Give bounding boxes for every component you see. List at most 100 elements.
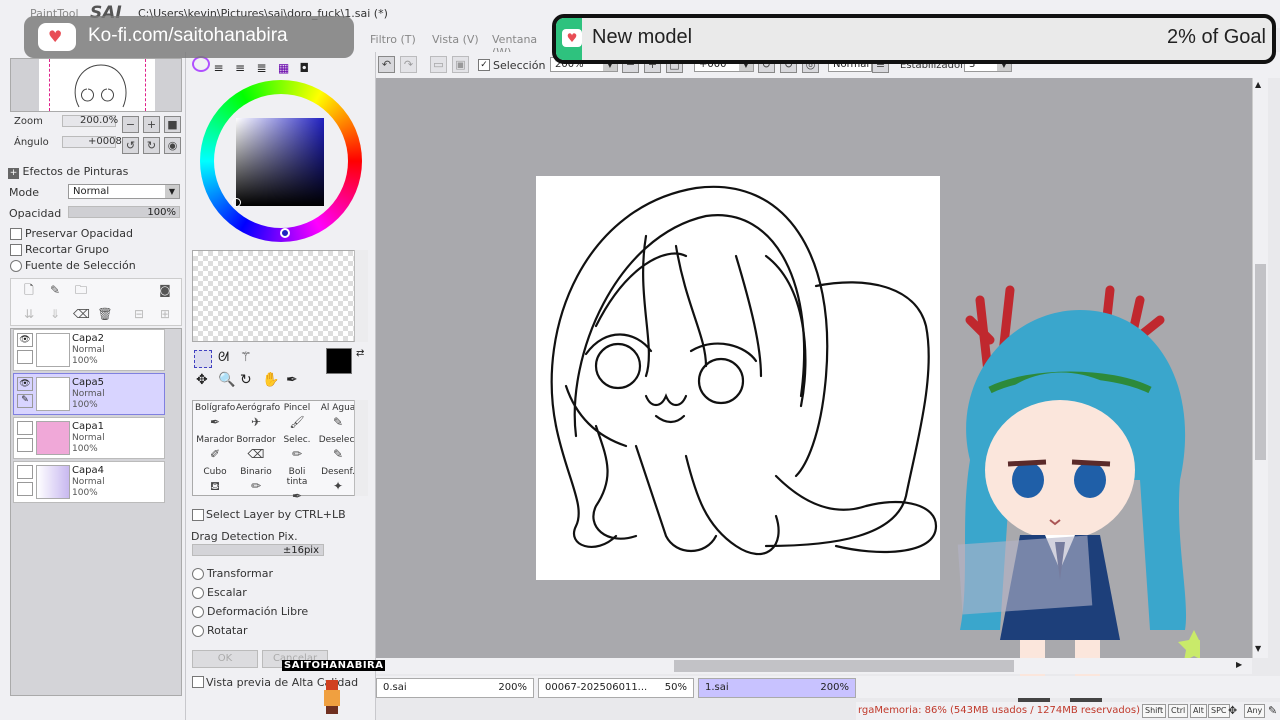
scale-radio[interactable] (192, 587, 204, 599)
vertical-scroll-thumb[interactable] (1255, 264, 1266, 460)
color-swatch-area[interactable] (192, 250, 368, 342)
menu-filtro[interactable]: Filtro (T) (370, 33, 416, 46)
doc-tab-2[interactable]: 1.sai 200% (698, 678, 856, 698)
tool-airbrush[interactable]: Aerógrafo ✈ (236, 403, 280, 435)
redo-icon[interactable]: ↷ (400, 56, 417, 73)
mask-icon[interactable]: ◙ (157, 282, 173, 298)
scroll-right-icon[interactable]: ▶ (1236, 660, 1242, 669)
deselect-button[interactable]: ▭ (430, 56, 447, 73)
scroll-up-icon[interactable]: ▲ (1255, 80, 1261, 89)
navigator-preview[interactable] (10, 58, 182, 112)
move-icon[interactable]: ✥ (196, 372, 208, 388)
new-vector-layer-icon[interactable]: ✎ (47, 282, 63, 298)
new-layer-icon[interactable]: 🗋 (21, 282, 37, 298)
eye-icon[interactable]: 👁 (17, 333, 33, 347)
tool-grid-scrollbar[interactable] (354, 400, 368, 496)
tool-select-pen[interactable]: Selec. ✏ (277, 435, 317, 467)
layer-item-capa1[interactable]: Capa1 Normal 100% (13, 417, 165, 459)
rotate-right-button[interactable]: ↻ (143, 137, 160, 154)
wheel-tab-icon[interactable] (192, 56, 210, 72)
binary-pen-icon: ✏ (250, 479, 262, 493)
layer-item-capa5[interactable]: 👁 ✎ Capa5 Normal 100% (13, 373, 165, 415)
swatch-scrollbar[interactable] (354, 250, 368, 342)
pen-icon[interactable]: ✎ (17, 394, 33, 408)
zoom-in-button[interactable]: + (143, 116, 160, 133)
layer-mode: Normal (72, 477, 105, 487)
scroll-down-icon[interactable]: ▼ (1255, 644, 1261, 653)
opacity-slider[interactable]: 100% (68, 206, 180, 218)
layer-item-capa2[interactable]: 👁 Capa2 Normal 100% (13, 329, 165, 371)
doc-tab-1[interactable]: 00067-202506011... 50% (538, 678, 694, 698)
tool-deselect[interactable]: Deselec. ✎ (318, 435, 358, 467)
lasso-icon[interactable]: ᘛ (218, 350, 229, 365)
tool-blur[interactable]: Desenf. ✦ (318, 467, 358, 499)
swap-colors-icon[interactable]: ⇄ (356, 348, 364, 359)
clear-layer-icon[interactable]: ⌫ (73, 306, 90, 322)
layer-item-capa4[interactable]: Capa4 Normal 100% (13, 461, 165, 503)
hq-preview-checkbox[interactable] (192, 676, 204, 688)
transfer-down-icon[interactable]: ⇊ (21, 306, 37, 322)
rotate-icon[interactable]: ↻ (240, 372, 252, 388)
zoom-out-button[interactable]: − (122, 116, 139, 133)
select-layer-ctrl-checkbox[interactable] (192, 509, 204, 521)
zoom-reset-button[interactable]: ■ (164, 116, 181, 133)
lock-toggle[interactable] (17, 482, 33, 496)
rotate-left-button[interactable]: ↺ (122, 137, 139, 154)
mixer-tab-icon[interactable]: ≣ (257, 61, 275, 75)
tool-ink-pen[interactable]: Boli tinta ✒ (277, 467, 317, 503)
free-deform-radio[interactable] (192, 606, 204, 618)
lock-toggle[interactable] (17, 438, 33, 452)
primary-color-swatch[interactable] (326, 348, 352, 374)
hue-cursor[interactable] (280, 228, 290, 238)
scratch-tab-icon[interactable]: ◘ (300, 61, 318, 75)
tool-brush[interactable]: Pincel 🖌 (277, 403, 317, 435)
effects-header[interactable]: + Efectos de Pinturas (8, 165, 180, 179)
ok-button[interactable]: OK (192, 650, 258, 668)
visibility-toggle[interactable] (17, 465, 33, 479)
layer-thumbnail (36, 421, 70, 455)
tool-watercolor[interactable]: Al Agua ✎ (318, 403, 358, 435)
horizontal-scroll-thumb[interactable] (674, 660, 1014, 672)
drawing-canvas[interactable] (536, 176, 940, 580)
transform-radio[interactable] (192, 568, 204, 580)
rotate-reset-button[interactable]: ◉ (164, 137, 181, 154)
invert-selection-button[interactable]: ▣ (452, 56, 469, 73)
zoom-icon[interactable]: 🔍 (218, 372, 235, 388)
horizontal-scrollbar[interactable]: ◀ ▶ (376, 658, 1252, 674)
doc-tab-0[interactable]: 0.sai 200% (376, 678, 534, 698)
tool-bucket[interactable]: Cubo ⛾ (195, 467, 235, 499)
vertical-scrollbar[interactable]: ▲ ▼ (1252, 78, 1268, 658)
tool-marker[interactable]: Marador ✐ (195, 435, 235, 467)
preserve-opacity-checkbox[interactable] (10, 228, 22, 240)
clip-group-checkbox[interactable] (10, 244, 22, 256)
tool-eraser[interactable]: Borrador ⌫ (236, 435, 276, 467)
rect-select-icon[interactable] (194, 350, 212, 368)
lock-toggle[interactable] (17, 350, 33, 364)
selection-source-radio[interactable] (10, 260, 22, 272)
visibility-toggle[interactable] (17, 421, 33, 435)
rgb-tab-icon[interactable]: ≡ (214, 61, 232, 75)
kofi-url: Ko-fi.com/saitohanabira (88, 25, 288, 46)
saturation-value-square[interactable] (232, 118, 324, 207)
eye-icon[interactable]: 👁 (17, 377, 33, 391)
selection-checkbox[interactable]: ✓ (478, 59, 490, 71)
pen-status-icon: ✎ (1268, 704, 1278, 717)
menu-vista[interactable]: Vista (V) (432, 33, 479, 46)
new-folder-icon[interactable]: 🗀 (73, 282, 89, 298)
tool-pen[interactable]: Bolígrafo ✒ (195, 403, 235, 435)
magic-wand-icon[interactable]: ⚚ (240, 350, 252, 365)
blend-mode-select[interactable]: Normal ▼ (68, 184, 180, 199)
merge-down-icon[interactable]: ⇓ (47, 306, 63, 322)
hand-icon[interactable]: ✋ (262, 372, 279, 388)
apply-mask-icon[interactable]: ⊞ (157, 306, 173, 322)
swatches-tab-icon[interactable]: ▦ (278, 61, 296, 75)
eyedropper-icon[interactable]: ✒ (286, 372, 298, 388)
rotate-radio[interactable] (192, 625, 204, 637)
trash-icon[interactable]: 🗑 (97, 306, 113, 322)
tool-binary-pen[interactable]: Binario ✏ (236, 467, 276, 499)
undo-icon[interactable]: ↶ (378, 56, 395, 73)
layer-props-icon[interactable]: ⊟ (131, 306, 147, 322)
hsv-tab-icon[interactable]: ≡ (235, 61, 253, 75)
drag-detection-slider[interactable]: ±16pix (192, 544, 324, 556)
sv-cursor[interactable] (232, 198, 241, 207)
